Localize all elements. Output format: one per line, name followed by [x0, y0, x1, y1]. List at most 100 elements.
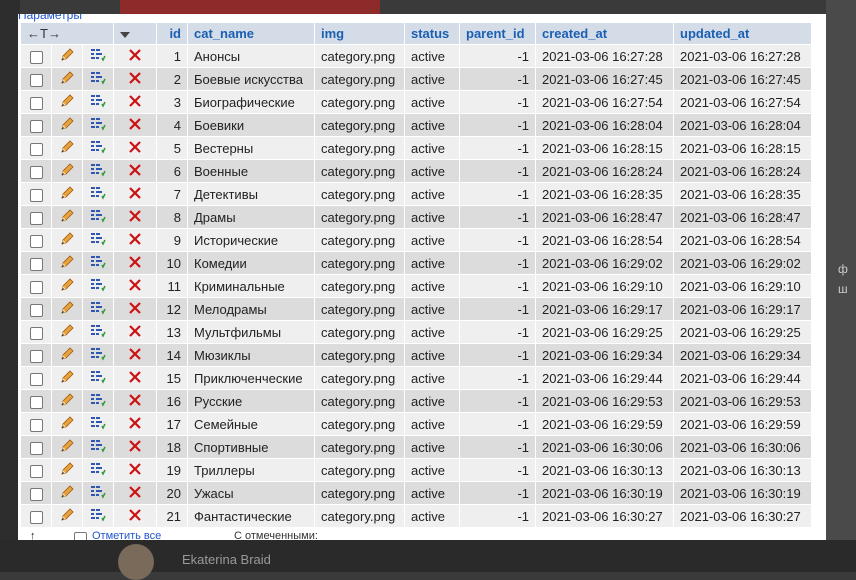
- delete-button[interactable]: [114, 275, 156, 297]
- delete-button[interactable]: [114, 482, 156, 504]
- edit-button[interactable]: [52, 505, 82, 527]
- row-checkbox-cell[interactable]: [21, 413, 51, 435]
- delete-button[interactable]: [114, 505, 156, 527]
- row-checkbox-cell[interactable]: [21, 436, 51, 458]
- edit-button[interactable]: [52, 321, 82, 343]
- column-updated-at[interactable]: updated_at: [674, 23, 811, 44]
- edit-button[interactable]: [52, 413, 82, 435]
- delete-button[interactable]: [114, 344, 156, 366]
- copy-button[interactable]: [83, 321, 113, 343]
- row-checkbox[interactable]: [29, 50, 43, 64]
- delete-button[interactable]: [114, 45, 156, 67]
- delete-button[interactable]: [114, 321, 156, 343]
- table-row[interactable]: 17 Семейные category.png active -1 2021-03-06…: [21, 413, 811, 435]
- row-checkbox[interactable]: [29, 119, 43, 133]
- table-row[interactable]: 8 Драмы category.png active -1 2021-03-06 16:…: [21, 206, 811, 228]
- copy-button[interactable]: [83, 160, 113, 182]
- row-checkbox[interactable]: [29, 280, 43, 294]
- table-row[interactable]: 11 Криминальные category.png active -1 2021-0…: [21, 275, 811, 297]
- edit-button[interactable]: [52, 390, 82, 412]
- column-status[interactable]: status: [405, 23, 459, 44]
- edit-button[interactable]: [52, 344, 82, 366]
- row-checkbox[interactable]: [29, 188, 43, 202]
- edit-button[interactable]: [52, 183, 82, 205]
- row-checkbox-cell[interactable]: [21, 68, 51, 90]
- delete-button[interactable]: [114, 413, 156, 435]
- copy-button[interactable]: [83, 68, 113, 90]
- delete-button[interactable]: [114, 137, 156, 159]
- table-row[interactable]: 21 Фантастические category.png active -1 2021…: [21, 505, 811, 527]
- delete-button[interactable]: [114, 114, 156, 136]
- delete-button[interactable]: [114, 183, 156, 205]
- table-row[interactable]: 15 Приключенческие category.png active -1 202…: [21, 367, 811, 389]
- row-checkbox-cell[interactable]: [21, 482, 51, 504]
- copy-button[interactable]: [83, 114, 113, 136]
- copy-button[interactable]: [83, 206, 113, 228]
- row-checkbox-cell[interactable]: [21, 91, 51, 113]
- edit-button[interactable]: [52, 91, 82, 113]
- row-checkbox-cell[interactable]: [21, 183, 51, 205]
- row-checkbox[interactable]: [29, 234, 43, 248]
- row-checkbox-cell[interactable]: [21, 160, 51, 182]
- copy-button[interactable]: [83, 275, 113, 297]
- row-checkbox[interactable]: [29, 441, 43, 455]
- check-all-link[interactable]: Отметить все: [92, 530, 161, 540]
- table-row[interactable]: 2 Боевые искусства category.png active -1 202…: [21, 68, 811, 90]
- edit-button[interactable]: [52, 298, 82, 320]
- column-cat-name[interactable]: cat_name: [188, 23, 314, 44]
- table-row[interactable]: 3 Биографические category.png active -1 2021-…: [21, 91, 811, 113]
- delete-button[interactable]: [114, 367, 156, 389]
- table-row[interactable]: 10 Комедии category.png active -1 2021-03-06 …: [21, 252, 811, 274]
- delete-button[interactable]: [114, 91, 156, 113]
- edit-button[interactable]: [52, 275, 82, 297]
- delete-button[interactable]: [114, 298, 156, 320]
- table-row[interactable]: 20 Ужасы category.png active -1 2021-03-06 16…: [21, 482, 811, 504]
- row-checkbox-cell[interactable]: [21, 390, 51, 412]
- row-checkbox[interactable]: [29, 73, 43, 87]
- row-checkbox-cell[interactable]: [21, 367, 51, 389]
- column-id[interactable]: id: [157, 23, 187, 44]
- table-row[interactable]: 16 Русские category.png active -1 2021-03-06 …: [21, 390, 811, 412]
- edit-button[interactable]: [52, 482, 82, 504]
- delete-button[interactable]: [114, 160, 156, 182]
- row-checkbox-cell[interactable]: [21, 344, 51, 366]
- copy-button[interactable]: [83, 482, 113, 504]
- row-checkbox-cell[interactable]: [21, 321, 51, 343]
- table-row[interactable]: 14 Мюзиклы category.png active -1 2021-03-06 …: [21, 344, 811, 366]
- table-row[interactable]: 6 Военные category.png active -1 2021-03-06 1…: [21, 160, 811, 182]
- edit-button[interactable]: [52, 137, 82, 159]
- table-row[interactable]: 5 Вестерны category.png active -1 2021-03-06 …: [21, 137, 811, 159]
- copy-button[interactable]: [83, 505, 113, 527]
- copy-button[interactable]: [83, 252, 113, 274]
- column-img[interactable]: img: [315, 23, 404, 44]
- row-checkbox-cell[interactable]: [21, 114, 51, 136]
- table-row[interactable]: 19 Триллеры category.png active -1 2021-03-06…: [21, 459, 811, 481]
- row-checkbox[interactable]: [29, 96, 43, 110]
- edit-button[interactable]: [52, 229, 82, 251]
- copy-button[interactable]: [83, 367, 113, 389]
- copy-button[interactable]: [83, 413, 113, 435]
- column-parent-id[interactable]: parent_id: [460, 23, 535, 44]
- copy-button[interactable]: [83, 390, 113, 412]
- copy-button[interactable]: [83, 183, 113, 205]
- delete-button[interactable]: [114, 229, 156, 251]
- table-row[interactable]: 4 Боевики category.png active -1 2021-03-06 1…: [21, 114, 811, 136]
- row-checkbox[interactable]: [29, 211, 43, 225]
- row-checkbox-cell[interactable]: [21, 206, 51, 228]
- table-row[interactable]: 12 Мелодрамы category.png active -1 2021-03-0…: [21, 298, 811, 320]
- copy-button[interactable]: [83, 45, 113, 67]
- edit-button[interactable]: [52, 436, 82, 458]
- table-row[interactable]: 1 Анонсы category.png active -1 2021-03-06 16…: [21, 45, 811, 67]
- edit-button[interactable]: [52, 45, 82, 67]
- delete-button[interactable]: [114, 436, 156, 458]
- edit-button[interactable]: [52, 459, 82, 481]
- row-checkbox[interactable]: [29, 395, 43, 409]
- edit-button[interactable]: [52, 252, 82, 274]
- row-checkbox[interactable]: [29, 326, 43, 340]
- edit-button[interactable]: [52, 68, 82, 90]
- row-checkbox[interactable]: [29, 372, 43, 386]
- delete-button[interactable]: [114, 390, 156, 412]
- row-checkbox[interactable]: [29, 257, 43, 271]
- delete-button[interactable]: [114, 68, 156, 90]
- row-checkbox-cell[interactable]: [21, 459, 51, 481]
